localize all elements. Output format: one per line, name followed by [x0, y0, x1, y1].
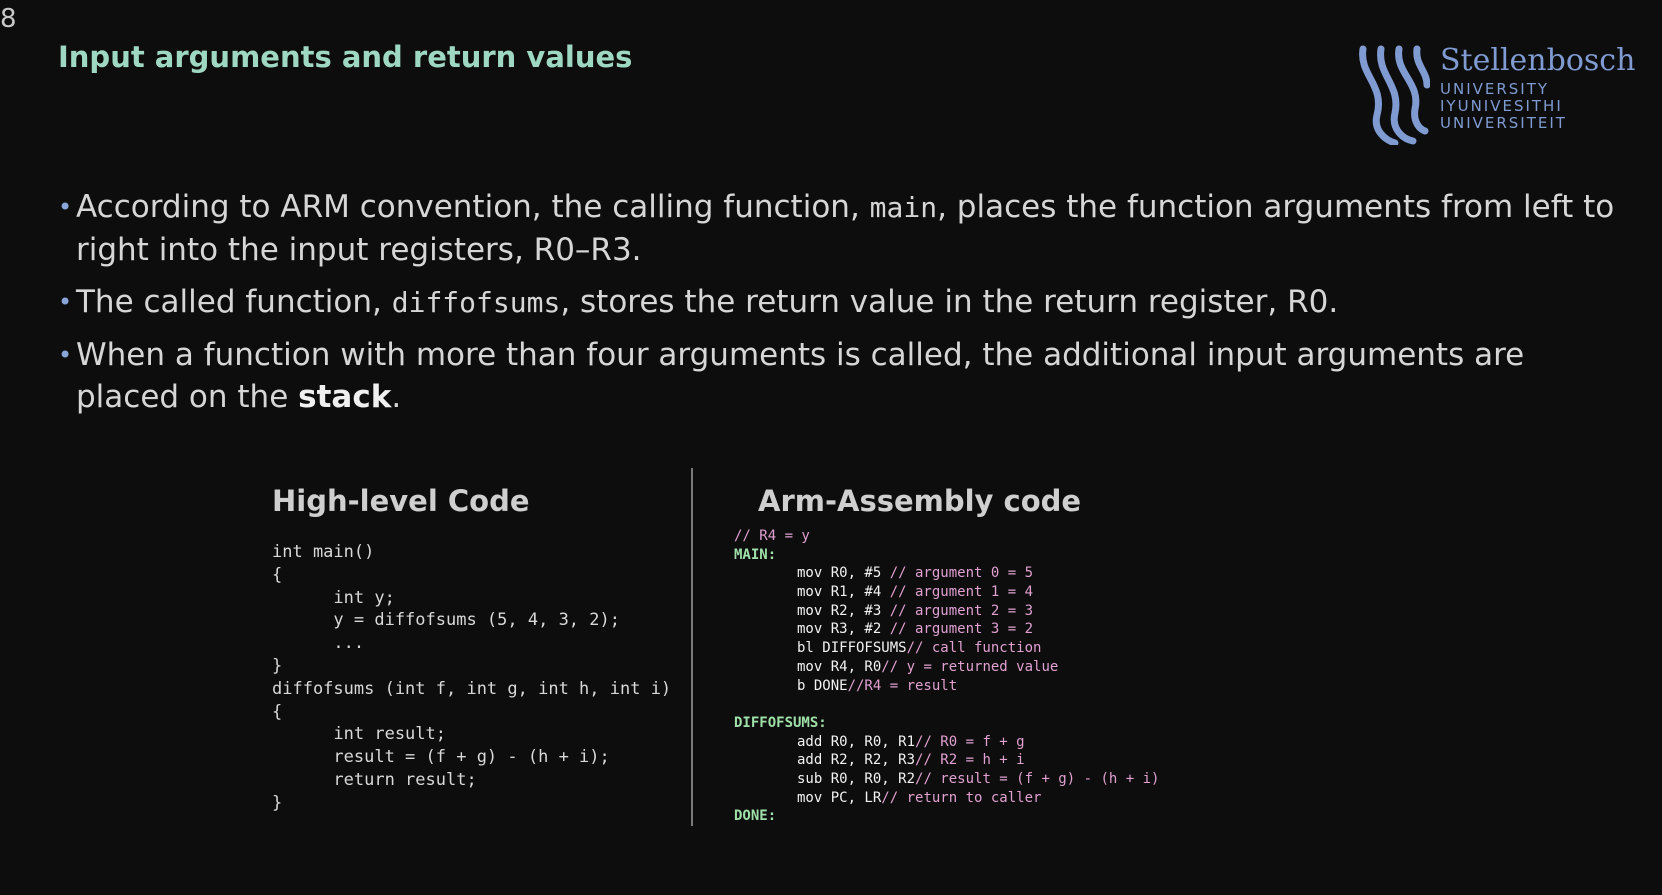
high-level-heading: High-level Code [272, 484, 530, 518]
code-line: ... [272, 633, 365, 654]
asm-line: DONE: [734, 807, 1159, 826]
asm-label: MAIN: [734, 546, 777, 563]
logo-name: Stellenbosch [1440, 43, 1636, 78]
university-logo: Stellenbosch UNIVERSITY IYUNIVESITHI UNI… [1355, 45, 1635, 145]
code-line: y = diffofsums (5, 4, 3, 2); [272, 610, 620, 631]
asm-label: DIFFOFSUMS: [734, 714, 827, 731]
asm-line: sub R0, R0, R2// result = (f + g) - (h +… [734, 770, 1159, 789]
code-line: diffofsums (int f, int g, int h, int i) [272, 678, 672, 699]
logo-line: IYUNIVESITHI [1440, 97, 1563, 115]
asm-comment: // return to caller [881, 789, 1042, 806]
asm-instruction: add R2, R2, R3 [797, 752, 916, 769]
bullet-code: main [869, 191, 938, 224]
code-line: } [272, 792, 283, 813]
bullet-list: • According to ARM convention, the calli… [58, 186, 1628, 428]
logo-line: UNIVERSITEIT [1440, 114, 1567, 132]
asm-line: mov R1, #4 // argument 1 = 4 [734, 583, 1159, 602]
asm-comment: // R2 = h + i [915, 752, 1025, 769]
code-line: int result; [272, 724, 446, 745]
code-line: { [272, 564, 283, 585]
code-line: return result; [272, 769, 477, 790]
asm-line: // R4 = y [734, 527, 1159, 546]
asm-line: mov R2, #3 // argument 2 = 3 [734, 602, 1159, 621]
slide-title: Input arguments and return values [58, 40, 633, 74]
asm-instruction: mov R2, #3 [797, 602, 890, 619]
asm-instruction: add R0, R0, R1 [797, 733, 916, 750]
bullet-code: diffofsums [391, 286, 561, 319]
asm-instruction: sub R0, R0, R2 [797, 770, 916, 787]
bullet-text: According to ARM convention, the calling… [76, 189, 870, 225]
asm-comment: // result = (f + g) - (h + i) [915, 770, 1160, 787]
asm-line: mov R3, #2 // argument 3 = 2 [734, 620, 1159, 639]
asm-line: mov R4, R0// y = returned value [734, 658, 1159, 677]
bullet-item: • When a function with more than four ar… [58, 334, 1628, 418]
logo-line: UNIVERSITY [1440, 80, 1550, 98]
slide-number: 8 [0, 4, 17, 34]
bullet-text: The called function, [76, 284, 392, 320]
code-line: int main() [272, 542, 375, 562]
asm-instruction: mov R0, #5 [797, 565, 890, 582]
asm-line: DIFFOFSUMS: [734, 714, 1159, 733]
asm-comment: //R4 = result [847, 677, 958, 694]
asm-comment: // argument 0 = 5 [889, 565, 1034, 582]
high-level-code: int main(){ int y; y = diffofsums (5, 4,… [272, 541, 671, 815]
asm-instruction: mov R4, R0 [797, 658, 882, 675]
bullet-bold: stack [298, 379, 392, 415]
asm-instruction: b DONE [797, 677, 848, 694]
asm-line: bl DIFFOFSUMS// call function [734, 639, 1159, 658]
asm-comment: // argument 1 = 4 [889, 584, 1034, 601]
assembly-code: // R4 = y MAIN: mov R0, #5 // argument 0 =… [734, 527, 1159, 826]
stellenbosch-crest-icon [1359, 45, 1430, 145]
asm-instruction: bl DIFFOFSUMS [797, 640, 907, 657]
code-line: { [272, 701, 283, 722]
bullet-text: . [391, 379, 402, 415]
asm-instruction: mov R3, #2 [797, 621, 890, 638]
bullet-text: When a function with more than four argu… [76, 337, 1525, 415]
code-line: } [272, 655, 283, 676]
bullet-icon: • [58, 341, 73, 369]
asm-line: mov R0, #5 // argument 0 = 5 [734, 564, 1159, 583]
asm-comment: // argument 2 = 3 [889, 602, 1034, 619]
asm-line: add R2, R2, R3// R2 = h + i [734, 751, 1159, 770]
asm-instruction: mov R1, #4 [797, 584, 890, 601]
asm-comment: // argument 3 = 2 [889, 621, 1034, 638]
asm-comment: // R0 = f + g [915, 733, 1025, 750]
asm-line [734, 695, 1159, 714]
asm-comment: // R4 = y [734, 528, 810, 544]
bullet-item: • According to ARM convention, the calli… [58, 186, 1628, 271]
assembly-heading: Arm-Assembly code [758, 484, 1082, 518]
bullet-icon: • [58, 193, 73, 221]
column-divider [691, 468, 693, 826]
code-line: int y; [272, 587, 395, 608]
asm-line: add R0, R0, R1// R0 = f + g [734, 733, 1159, 752]
asm-instruction: mov PC, LR [797, 789, 882, 806]
bullet-icon: • [58, 288, 73, 316]
asm-line: b DONE//R4 = result [734, 677, 1159, 696]
code-line: result = (f + g) - (h + i); [272, 747, 610, 768]
asm-line: mov PC, LR// return to caller [734, 789, 1159, 808]
asm-comment: // call function [906, 640, 1042, 657]
asm-line: MAIN: [734, 546, 1159, 565]
bullet-item: • The called function, diffofsums, store… [58, 281, 1628, 324]
asm-comment: // y = returned value [881, 658, 1059, 675]
asm-label: DONE: [734, 808, 777, 825]
bullet-text: , stores the return value in the return … [560, 284, 1339, 320]
